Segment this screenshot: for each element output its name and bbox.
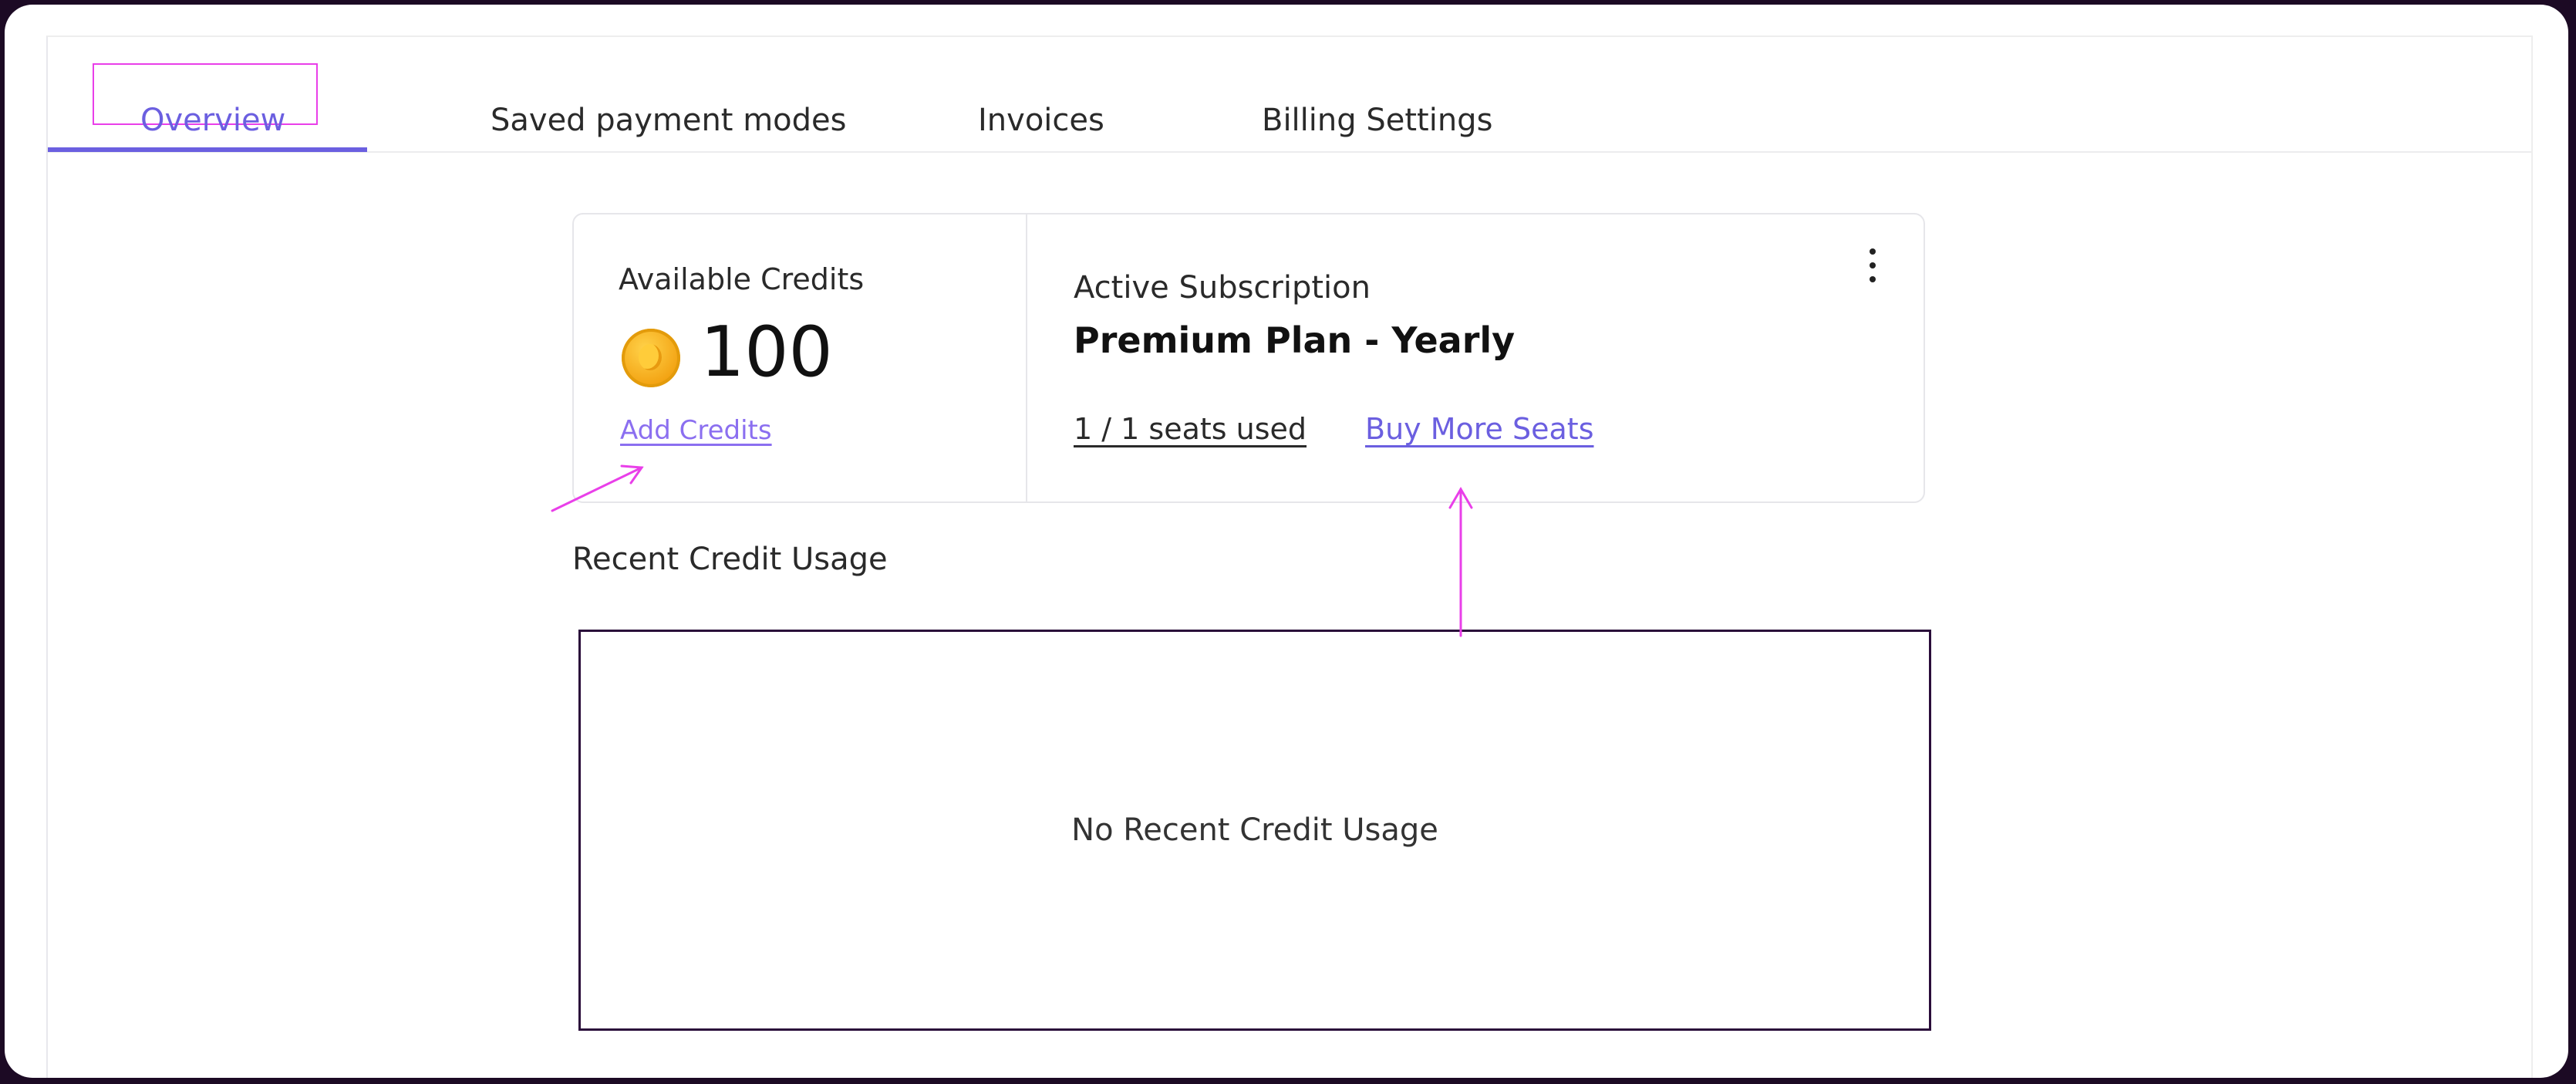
arrow-to-add-credits xyxy=(551,466,643,512)
app-window: Overview Saved payment modes Invoices Bi… xyxy=(5,5,2568,1078)
annotation-arrows xyxy=(551,464,1473,637)
